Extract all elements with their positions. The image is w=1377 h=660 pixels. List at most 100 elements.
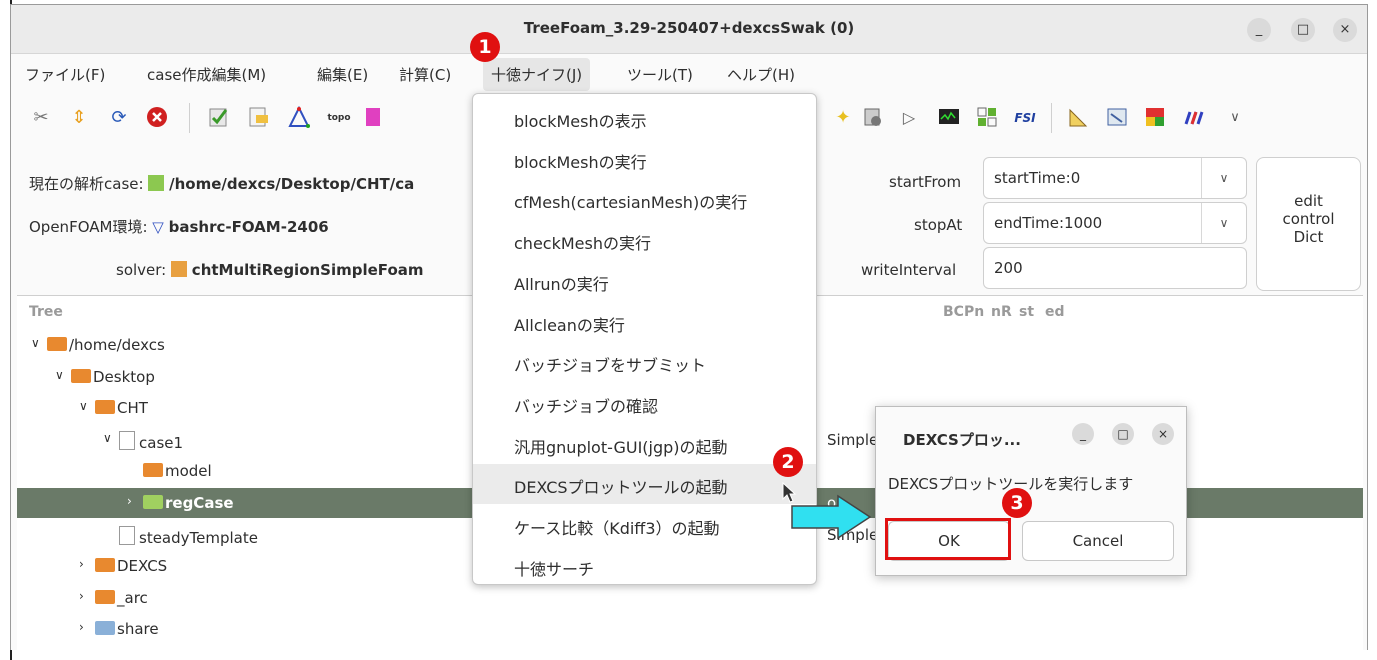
view-icon[interactable] <box>1105 106 1129 130</box>
tree-item[interactable]: steadyTemplate <box>119 526 258 547</box>
menu-item[interactable]: 十徳サーチ <box>473 546 816 586</box>
tree-expander-icon[interactable]: › <box>79 589 84 603</box>
topo-icon[interactable]: topo <box>327 106 351 130</box>
check-icon[interactable] <box>207 106 231 130</box>
menu-item-label: 十徳サーチ <box>514 559 595 579</box>
menu-edit[interactable]: 編集(E) <box>317 64 368 85</box>
toolbar-separator <box>1051 103 1052 133</box>
tree-item-label: steadyTemplate <box>139 529 258 547</box>
file-icon <box>119 526 135 545</box>
tree-item[interactable]: DEXCS <box>95 557 167 575</box>
minimize-button[interactable]: _ <box>1247 18 1271 42</box>
tree-item[interactable]: Desktop <box>71 368 155 386</box>
menu-help[interactable]: ヘルプ(H) <box>727 64 795 85</box>
menu-item[interactable]: blockMeshの実行 <box>473 139 816 179</box>
tree-item[interactable]: _arc <box>95 589 148 607</box>
solver-icon <box>171 261 188 277</box>
menu-item-label: Allcleanの実行 <box>514 315 625 335</box>
settings-icon[interactable] <box>861 106 885 130</box>
tree-expander-icon[interactable]: › <box>79 620 84 634</box>
tree-item[interactable]: CHT <box>95 399 148 417</box>
menu-calc[interactable]: 計算(C) <box>399 64 451 85</box>
solver-value: chtMultiRegionSimpleFoam <box>191 261 424 279</box>
tree-header: Tree <box>29 304 63 320</box>
chevron-down-icon[interactable]: ∨ <box>1223 106 1247 130</box>
tree-item-label: CHT <box>117 399 148 417</box>
menu-item[interactable]: Allcleanの実行 <box>473 302 816 342</box>
menu-case-edit[interactable]: case作成編集(M) <box>147 64 266 85</box>
menu-jittoku-knife[interactable]: 十徳ナイフ(J) <box>483 58 591 91</box>
tree-expander-icon[interactable]: ∨ <box>79 399 88 413</box>
startfrom-label: startFrom <box>889 173 962 191</box>
window-title: TreeFoam_3.29-250407+dexcsSwak (0) <box>523 19 855 37</box>
menu-file[interactable]: ファイル(F) <box>25 64 105 85</box>
menu-item-label: Allrunの実行 <box>514 274 609 294</box>
fsi-icon[interactable]: FSI <box>1013 106 1037 130</box>
tree-expander-icon[interactable]: ∨ <box>103 431 112 445</box>
stop-icon[interactable] <box>145 106 169 130</box>
menu-item[interactable]: バッチジョブの確認 <box>473 383 816 423</box>
mesh-icon[interactable] <box>361 106 385 130</box>
folder-icon <box>71 369 91 383</box>
tree-item[interactable]: regCase <box>143 494 234 512</box>
menu-item-label: バッチジョブの確認 <box>514 396 659 416</box>
up-down-icon[interactable]: ⇕ <box>67 106 91 130</box>
tree-row[interactable]: › share <box>17 614 1363 644</box>
tree-item[interactable]: /home/dexcs <box>47 336 165 354</box>
menu-item[interactable]: Allrunの実行 <box>473 261 816 301</box>
menu-tools[interactable]: ツール(T) <box>627 64 693 85</box>
menu-item-label: checkMeshの実行 <box>514 234 651 254</box>
tree-expander-icon[interactable]: ∨ <box>55 368 64 382</box>
solver-label: solver: chtMultiRegionSimpleFoam <box>116 261 424 279</box>
edit-controldict-button[interactable]: edit control Dict <box>1256 157 1361 291</box>
col-st: st <box>1019 304 1035 320</box>
tree-expander-icon[interactable]: › <box>79 557 84 571</box>
tree-item-label: /home/dexcs <box>69 336 165 354</box>
dialog-minimize-button[interactable]: _ <box>1072 423 1094 445</box>
triangle-icon[interactable] <box>287 105 311 130</box>
monitor-icon[interactable] <box>937 106 961 130</box>
stopat-combo[interactable]: endTime:1000 ∨ <box>983 202 1247 244</box>
env-value: bashrc-FOAM-2406 <box>168 218 329 236</box>
tree-expander-icon[interactable]: ∨ <box>31 336 40 350</box>
menu-item[interactable]: cfMesh(cartesianMesh)の実行 <box>473 179 816 219</box>
tree-row[interactable]: › _arc <box>17 583 1363 613</box>
grid-icon[interactable] <box>975 106 999 130</box>
dialog-close-button[interactable]: × <box>1152 423 1174 445</box>
menu-item[interactable]: DEXCSプロットツールの起動 <box>473 464 816 505</box>
bulb-icon[interactable]: ✦ <box>831 106 855 130</box>
dialog-title: DEXCSプロッ... <box>903 431 1021 449</box>
paraview-icon[interactable] <box>1181 106 1205 130</box>
menu-item-label: 汎用gnuplot-GUI(jgp)の起動 <box>514 437 728 457</box>
play-icon[interactable]: ▷ <box>897 106 921 130</box>
chevron-down-icon[interactable]: ∨ <box>1201 158 1246 198</box>
menu-item[interactable]: バッチジョブをサブミット <box>473 342 816 382</box>
close-button[interactable]: × <box>1333 18 1357 42</box>
ruler-icon[interactable] <box>1067 106 1091 130</box>
writeinterval-value: 200 <box>994 259 1023 277</box>
menu-item[interactable]: 汎用gnuplot-GUI(jgp)の起動 <box>473 424 816 464</box>
folder-icon <box>95 558 115 572</box>
tools-icon[interactable]: ✂ <box>29 106 53 130</box>
menu-item[interactable]: ケース比較（Kdiff3）の起動 <box>473 505 816 545</box>
maximize-button[interactable]: □ <box>1291 18 1315 42</box>
tree-item[interactable]: share <box>95 620 159 638</box>
tree-item[interactable]: model <box>143 462 212 480</box>
col-ed: ed <box>1045 304 1065 320</box>
tree-item[interactable]: case1 <box>119 431 183 452</box>
dialog-maximize-button[interactable]: □ <box>1112 423 1134 445</box>
share-icon <box>95 621 115 635</box>
writeinterval-field[interactable]: 200 <box>983 247 1247 289</box>
chevron-down-icon[interactable]: ∨ <box>1201 203 1246 243</box>
tree-item-label: model <box>165 462 212 480</box>
menu-item[interactable]: blockMeshの表示 <box>473 98 816 138</box>
refresh-icon[interactable]: ⟳ <box>107 106 131 130</box>
env-label: OpenFOAM環境: ▽ bashrc-FOAM-2406 <box>29 218 329 236</box>
tree-solver-column: Simple <box>827 431 879 449</box>
startfrom-combo[interactable]: startTime:0 ∨ <box>983 157 1247 199</box>
cancel-button[interactable]: Cancel <box>1022 521 1174 561</box>
tree-expander-icon[interactable]: › <box>127 494 132 508</box>
vtk-icon[interactable] <box>1143 106 1167 130</box>
menu-item[interactable]: checkMeshの実行 <box>473 220 816 260</box>
edit-icon[interactable] <box>247 106 271 130</box>
